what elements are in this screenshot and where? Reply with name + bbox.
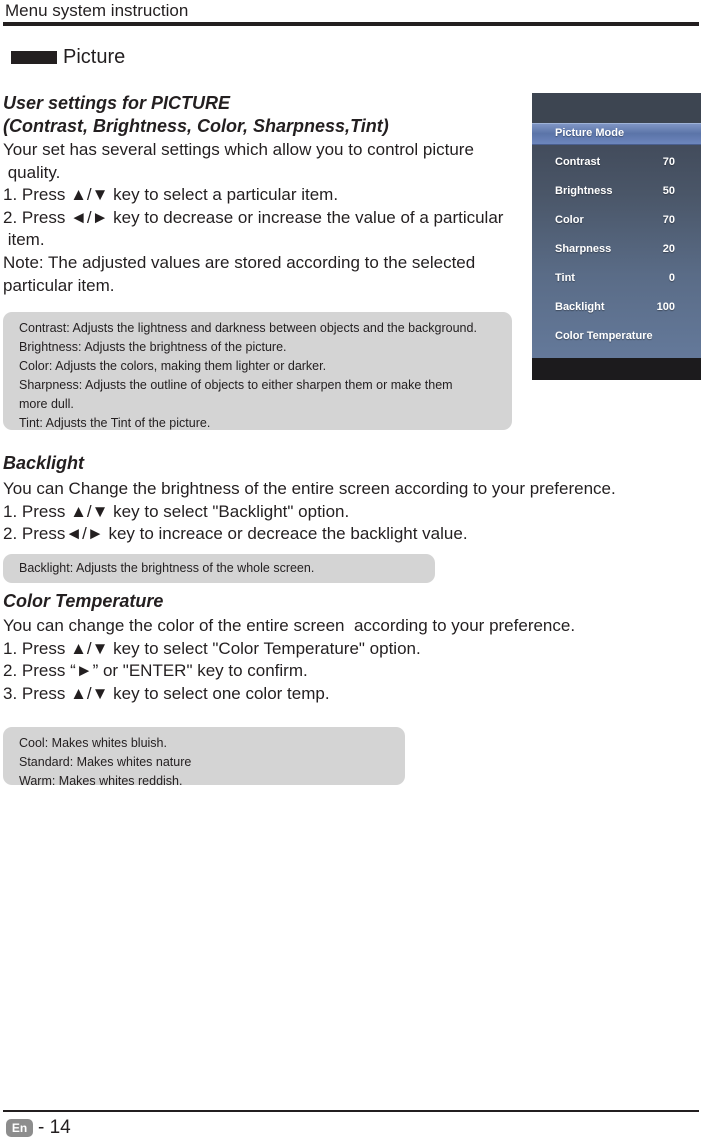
osd-row-label: Sharpness xyxy=(555,243,612,255)
osd-bottom-band xyxy=(532,358,701,380)
osd-picture-menu: Picture Mode Contrast 70 Brightness 50 Color 7… xyxy=(532,93,701,380)
picture-settings-paragraph: Your set has several settings which allo… xyxy=(3,140,504,295)
backlight-note-box: Backlight: Adjusts the brightness of the… xyxy=(3,554,435,583)
page-number: - 14 xyxy=(38,1117,71,1138)
osd-row-picture-mode[interactable]: Picture Mode xyxy=(532,123,701,145)
osd-row-label: Contrast xyxy=(555,156,601,168)
footer-divider xyxy=(3,1110,699,1112)
osd-row-brightness[interactable]: Brightness 50 xyxy=(532,181,701,203)
osd-row-label: Backlight xyxy=(555,301,605,313)
section-title: Picture xyxy=(63,46,126,68)
osd-row-value: 0 xyxy=(668,272,675,284)
osd-row-label: Picture Mode xyxy=(555,127,625,139)
osd-row-label: Brightness xyxy=(555,185,613,197)
osd-row-label: Color xyxy=(555,214,584,226)
language-badge: En xyxy=(6,1119,33,1137)
picture-settings-heading-line1: User settings for PICTURE xyxy=(3,93,231,113)
backlight-paragraph: You can Change the brightness of the ent… xyxy=(3,479,616,544)
section-marker-bar xyxy=(11,51,57,64)
osd-row-value: 50 xyxy=(662,185,675,197)
color-temperature-paragraph: You can change the color of the entire s… xyxy=(3,616,576,703)
picture-settings-heading-line2: (Contrast, Brightness, Color, Sharpness,… xyxy=(3,116,389,136)
osd-row-label: Color Temperature xyxy=(555,330,653,342)
osd-row-tint[interactable]: Tint 0 xyxy=(532,268,701,290)
page-header: Menu system instruction xyxy=(0,0,701,26)
osd-row-color[interactable]: Color 70 xyxy=(532,210,701,232)
osd-row-color-temperature[interactable]: Color Temperature xyxy=(532,326,701,348)
color-temperature-note-box: Cool: Makes whites bluish. Standard: Mak… xyxy=(3,727,405,788)
header-divider xyxy=(3,22,699,26)
page-title: Menu system instruction xyxy=(5,1,189,20)
osd-row-value: 20 xyxy=(662,243,675,255)
osd-row-value: 70 xyxy=(662,214,675,226)
osd-top-band xyxy=(532,93,701,123)
backlight-heading: Backlight xyxy=(3,453,85,473)
color-temperature-heading: Color Temperature xyxy=(3,591,164,611)
osd-row-backlight[interactable]: Backlight 100 xyxy=(532,297,701,319)
osd-row-label: Tint xyxy=(555,272,575,284)
osd-row-sharpness[interactable]: Sharpness 20 xyxy=(532,239,701,261)
osd-row-value: 70 xyxy=(662,156,675,168)
osd-row-contrast[interactable]: Contrast 70 xyxy=(532,152,701,174)
osd-row-value: 100 xyxy=(656,301,675,313)
picture-settings-note-box: Contrast: Adjusts the lightness and dark… xyxy=(3,312,512,430)
